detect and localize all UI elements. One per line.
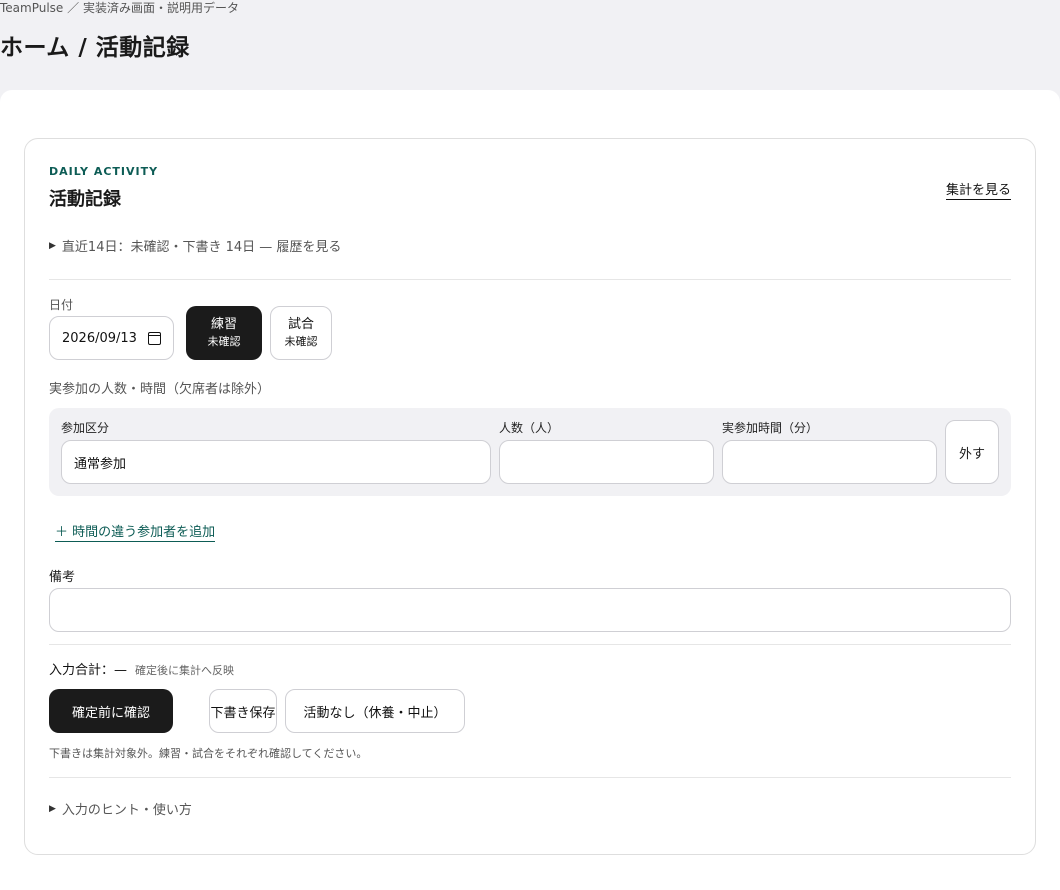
participants-note: 実参加の人数・時間（欠席者は除外） [49,382,271,397]
activity-type-status: 未確認 [284,335,318,348]
remove-participant-button[interactable]: 外す [945,420,999,484]
add-participant-link[interactable]: ＋ 時間の違う参加者を追加 [55,521,216,542]
calendar-icon[interactable] [148,331,161,345]
participant-minutes-input[interactable] [722,440,937,484]
notes-input[interactable] [49,588,1011,632]
notes-label: 備考 [49,570,76,585]
page-title: ホーム / 活動記録 [0,35,190,61]
participant-category-value: 通常参加 [74,456,127,472]
card-eyebrow: DAILY ACTIVITY [49,165,159,178]
input-total-label: 入力合計：— [49,663,128,678]
count-column-label: 人数（人） [499,421,560,435]
input-total: 入力合計：— 確定後に集計へ反映 [49,659,234,678]
activity-type-label: 試合 [287,317,314,332]
input-total-hint: 確定後に集計へ反映 [135,664,235,677]
minutes-column-label: 実参加時間（分） [722,421,819,435]
divider [49,777,1011,778]
activity-type-practice-button[interactable]: 練習 未確認 [186,306,262,360]
disclosure-triangle-icon: ▶ [49,240,56,251]
participant-category-input[interactable]: 通常参加 [61,440,491,484]
card-title: 活動記録 [49,189,121,210]
date-value: 2026/09/13 [62,330,137,346]
no-activity-button[interactable]: 活動なし（休養・中止） [285,689,465,733]
save-draft-button[interactable]: 下書き保存 [209,689,277,733]
activity-record-card: DAILY ACTIVITY 活動記録 集計を見る ▶ 直近14日：未確認・下書… [24,138,1036,855]
hints-toggle-label: 入力のヒント・使い方 [61,803,192,818]
history-toggle-label: 直近14日：未確認・下書き 14日 — 履歴を見る [61,240,342,255]
hints-toggle[interactable]: ▶ 入力のヒント・使い方 [49,799,192,818]
footnote: 下書きは集計対象外。練習・試合をそれぞれ確認してください。 [49,747,368,760]
divider [49,279,1011,280]
date-input[interactable]: 2026/09/13 [49,316,174,360]
content-sheet: DAILY ACTIVITY 活動記録 集計を見る ▶ 直近14日：未確認・下書… [0,90,1060,890]
activity-type-label: 練習 [210,317,237,332]
divider [49,644,1011,645]
activity-type-match-button[interactable]: 試合 未確認 [270,306,332,360]
category-column-label: 参加区分 [61,421,110,435]
history-toggle[interactable]: ▶ 直近14日：未確認・下書き 14日 — 履歴を見る [49,236,341,255]
disclosure-triangle-icon: ▶ [49,803,56,814]
activity-type-status: 未確認 [207,335,241,348]
date-label: 日付 [49,298,74,312]
participant-row-panel: 参加区分 人数（人） 実参加時間（分） 通常参加 外す [49,408,1011,496]
breadcrumb: TeamPulse ／ 実装済み画面・説明用データ [0,1,239,15]
participant-count-input[interactable] [499,440,714,484]
confirm-button[interactable]: 確定前に確認 [49,689,173,733]
view-summary-link[interactable]: 集計を見る [945,179,1011,200]
